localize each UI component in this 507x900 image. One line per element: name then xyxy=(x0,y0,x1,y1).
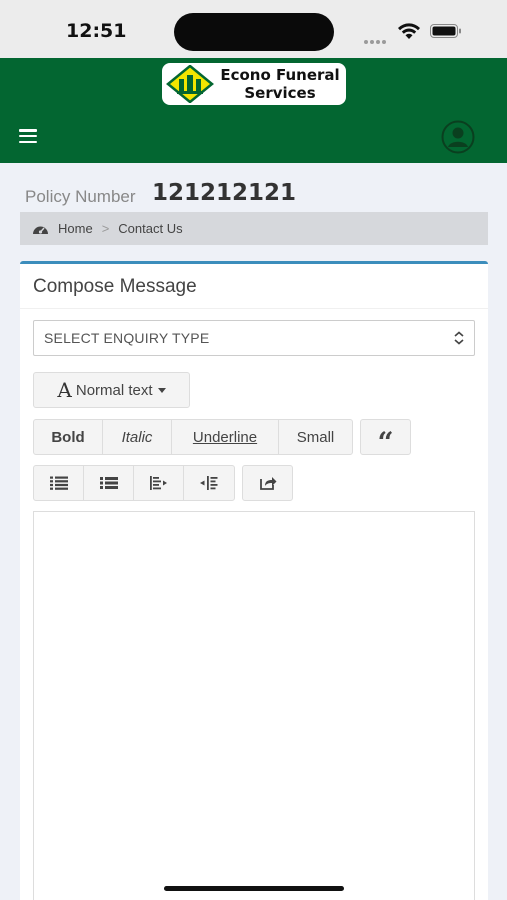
status-bar: 12:51 xyxy=(0,0,507,58)
compose-title: Compose Message xyxy=(33,276,197,297)
small-text-button[interactable]: Small xyxy=(278,419,353,455)
insert-link-button[interactable] xyxy=(242,465,293,501)
caret-down-icon xyxy=(157,387,166,393)
breadcrumb-current: Contact Us xyxy=(118,221,183,236)
logo-text: Econo Funeral Services xyxy=(216,66,344,102)
compose-message-card: Compose Message SELECT ENQUIRY TYPE A No… xyxy=(20,261,488,900)
breadcrumb: Home > Contact Us xyxy=(20,212,488,245)
outdent-button[interactable] xyxy=(133,465,184,501)
message-body-editor[interactable] xyxy=(33,511,475,900)
indent-icon xyxy=(200,476,218,490)
status-time: 12:51 xyxy=(66,20,127,42)
underline-button[interactable]: Underline xyxy=(171,419,279,455)
home-indicator xyxy=(164,886,344,891)
list-ol-icon xyxy=(99,477,118,489)
bold-button[interactable]: Bold xyxy=(33,419,103,455)
enquiry-type-select[interactable]: SELECT ENQUIRY TYPE xyxy=(33,320,475,356)
wifi-icon xyxy=(398,23,420,39)
policy-number-label: Policy Number xyxy=(25,187,136,206)
enquiry-type-value: SELECT ENQUIRY TYPE xyxy=(44,330,210,346)
logo-line-2: Services xyxy=(244,84,316,102)
quote-icon: “ xyxy=(377,425,394,459)
breadcrumb-separator: > xyxy=(101,221,110,236)
font-glyph-icon: A xyxy=(57,378,72,402)
font-size-dropdown-button[interactable]: A Normal text xyxy=(33,372,190,408)
app-header: Econo Funeral Services xyxy=(0,58,507,163)
logo-emblem-icon xyxy=(166,65,214,103)
company-logo[interactable]: Econo Funeral Services xyxy=(162,63,346,105)
battery-icon xyxy=(430,24,461,38)
card-divider xyxy=(20,308,488,309)
ordered-list-button[interactable] xyxy=(83,465,134,501)
italic-button[interactable]: Italic xyxy=(102,419,172,455)
unordered-list-button[interactable] xyxy=(33,465,84,501)
select-chevron-icon xyxy=(454,331,464,345)
user-avatar-icon[interactable] xyxy=(441,120,475,154)
list-ul-icon xyxy=(49,476,68,490)
indent-button[interactable] xyxy=(183,465,235,501)
dynamic-island xyxy=(174,13,334,51)
breadcrumb-home-link[interactable]: Home xyxy=(58,221,93,236)
blockquote-button[interactable]: “ xyxy=(360,419,411,459)
policy-number-value: 121212121 xyxy=(152,180,297,206)
font-size-label: Normal text xyxy=(75,381,153,399)
hamburger-menu-icon[interactable] xyxy=(19,129,37,144)
signal-dots-icon xyxy=(364,31,390,44)
dashboard-icon xyxy=(33,226,48,234)
share-icon xyxy=(259,477,276,490)
outdent-icon xyxy=(149,476,167,490)
logo-line-1: Econo Funeral xyxy=(220,66,340,84)
